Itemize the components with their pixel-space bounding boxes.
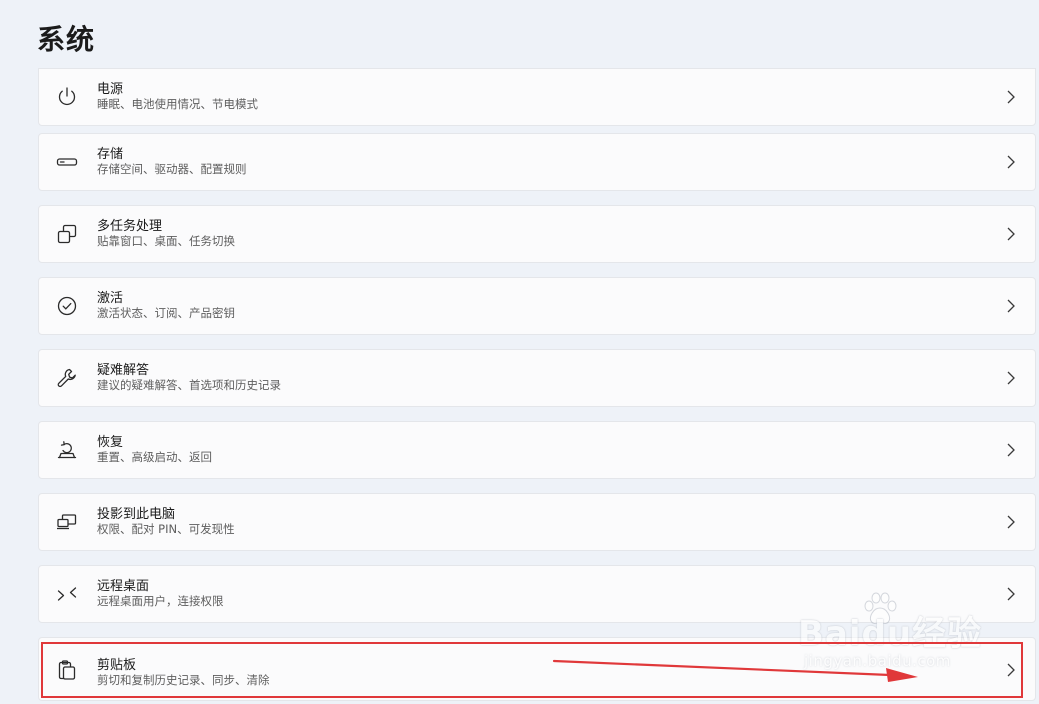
chevron-right-icon xyxy=(1005,441,1017,459)
activation-icon xyxy=(55,294,79,318)
settings-item-title: 恢复 xyxy=(97,435,124,450)
settings-item-multitasking[interactable]: 多任务处理 贴靠窗口、桌面、任务切换 xyxy=(38,205,1036,263)
remote-desktop-icon xyxy=(55,582,79,606)
settings-item-title: 电源 xyxy=(97,82,124,97)
page-title: 系统 xyxy=(37,23,96,56)
settings-item-title: 投影到此电脑 xyxy=(97,507,176,522)
settings-item-subtitle: 剪切和复制历史记录、同步、清除 xyxy=(97,673,270,687)
power-icon xyxy=(55,85,79,109)
chevron-right-icon xyxy=(1005,585,1017,603)
multitasking-icon xyxy=(55,222,79,246)
chevron-right-icon xyxy=(1005,369,1017,387)
settings-item-power[interactable]: 电源 睡眠、电池使用情况、节电模式 xyxy=(38,68,1036,126)
chevron-right-icon xyxy=(1005,88,1017,106)
projection-icon xyxy=(55,510,79,534)
storage-icon xyxy=(55,150,79,174)
settings-item-subtitle: 远程桌面用户，连接权限 xyxy=(97,594,224,608)
chevron-right-icon xyxy=(1005,225,1017,243)
settings-item-recovery[interactable]: 恢复 重置、高级启动、返回 xyxy=(38,421,1036,479)
settings-item-subtitle: 建议的疑难解答、首选项和历史记录 xyxy=(97,378,281,392)
settings-item-title: 剪贴板 xyxy=(97,658,137,673)
settings-item-subtitle: 激活状态、订阅、产品密钥 xyxy=(97,306,235,320)
settings-item-title: 激活 xyxy=(97,291,124,306)
recovery-icon xyxy=(55,438,79,462)
settings-item-title: 存储 xyxy=(97,147,124,162)
settings-item-troubleshoot[interactable]: 疑难解答 建议的疑难解答、首选项和历史记录 xyxy=(38,349,1036,407)
settings-item-storage[interactable]: 存储 存储空间、驱动器、配置规则 xyxy=(38,133,1036,191)
settings-item-title: 多任务处理 xyxy=(97,219,163,234)
settings-item-subtitle: 权限、配对 PIN、可发现性 xyxy=(97,522,235,536)
chevron-right-icon xyxy=(1005,661,1017,679)
settings-item-projection[interactable]: 投影到此电脑 权限、配对 PIN、可发现性 xyxy=(38,493,1036,551)
clipboard-icon xyxy=(55,658,79,682)
settings-item-activation[interactable]: 激活 激活状态、订阅、产品密钥 xyxy=(38,277,1036,335)
settings-item-subtitle: 重置、高级启动、返回 xyxy=(97,450,212,464)
settings-item-subtitle: 睡眠、电池使用情况、节电模式 xyxy=(97,97,258,111)
settings-item-title: 远程桌面 xyxy=(97,579,150,594)
settings-item-clipboard[interactable]: 剪贴板 剪切和复制历史记录、同步、清除 xyxy=(38,637,1036,701)
settings-item-remote-desktop[interactable]: 远程桌面 远程桌面用户，连接权限 xyxy=(38,565,1036,623)
chevron-right-icon xyxy=(1005,297,1017,315)
settings-item-subtitle: 贴靠窗口、桌面、任务切换 xyxy=(97,234,235,248)
settings-item-title: 疑难解答 xyxy=(97,363,150,378)
wrench-icon xyxy=(55,366,79,390)
chevron-right-icon xyxy=(1005,513,1017,531)
chevron-right-icon xyxy=(1005,153,1017,171)
settings-item-subtitle: 存储空间、驱动器、配置规则 xyxy=(97,162,247,176)
